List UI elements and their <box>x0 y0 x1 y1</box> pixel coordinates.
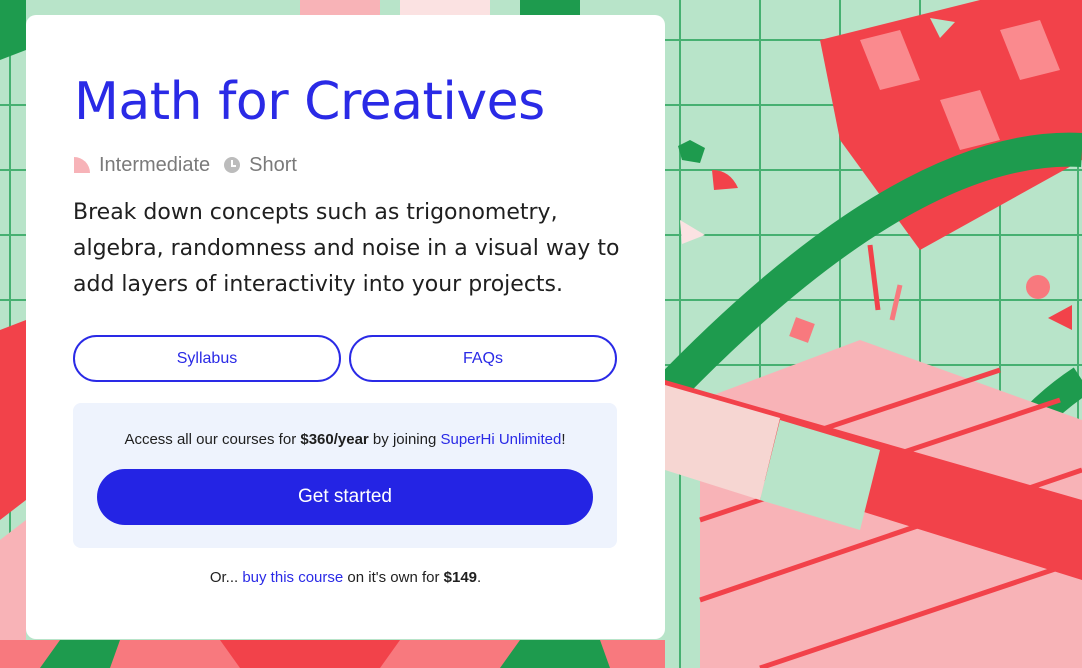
single-purchase-text: Or... buy this course on it's own for $1… <box>209 569 482 586</box>
syllabus-button[interactable]: Syllabus <box>73 335 341 382</box>
course-title: Math for Creatives <box>74 72 545 132</box>
unlimited-promo-box: Access all our courses for $360/year by … <box>73 403 617 548</box>
difficulty-icon <box>74 157 90 173</box>
course-length: Short <box>249 153 297 176</box>
superhi-unlimited-link[interactable]: SuperHi Unlimited <box>440 431 561 448</box>
get-started-button[interactable]: Get started <box>97 469 593 525</box>
promo-text: Access all our courses for $360/year by … <box>124 431 566 448</box>
clock-icon <box>224 157 241 173</box>
faqs-button[interactable]: FAQs <box>349 335 617 382</box>
buy-course-link[interactable]: buy this course <box>242 569 343 586</box>
course-meta: Intermediate Short <box>74 152 297 178</box>
course-card: Math for Creatives Intermediate Short Br… <box>26 15 665 639</box>
course-price: $149 <box>443 569 478 586</box>
unlimited-price: $360/year <box>300 431 369 448</box>
course-level: Intermediate <box>99 153 211 176</box>
course-description: Break down concepts such as trigonometry… <box>73 200 620 297</box>
